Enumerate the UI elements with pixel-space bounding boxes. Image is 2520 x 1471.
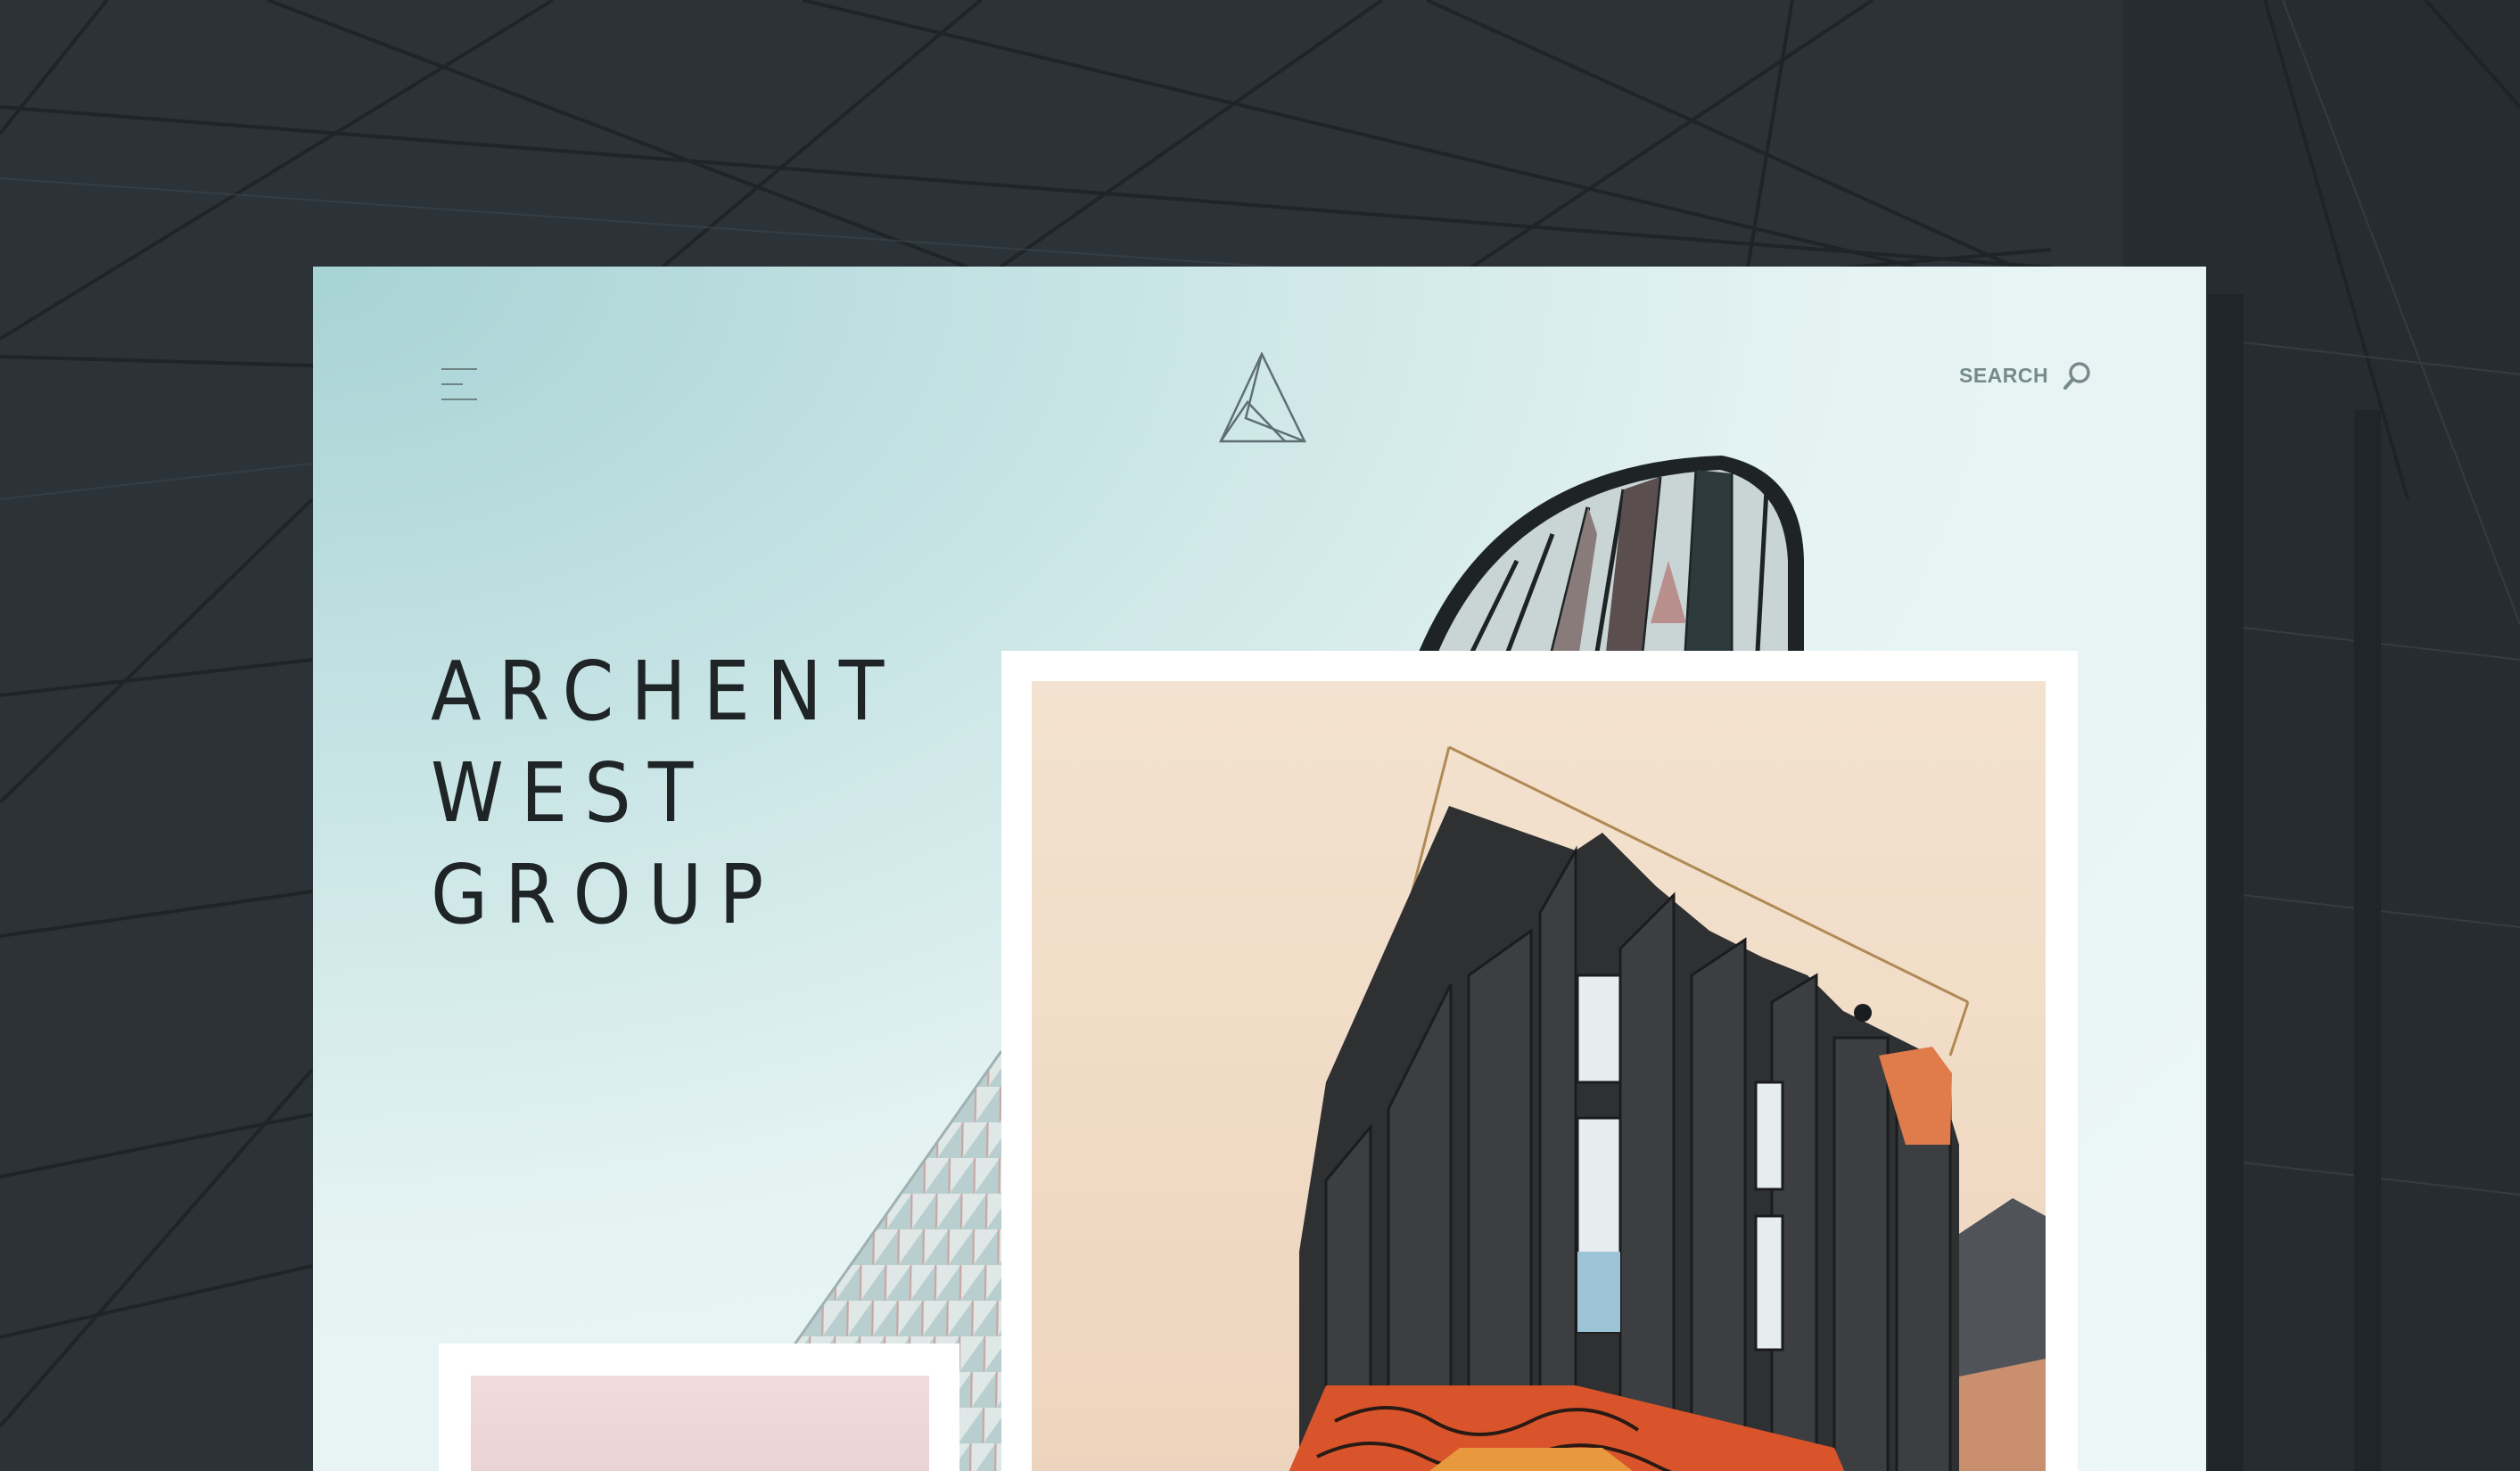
triangle-a-logo-icon[interactable] (1219, 351, 1308, 445)
menu-line (441, 368, 477, 370)
search-label: SEARCH (1959, 363, 2049, 387)
menu-line (441, 383, 463, 385)
featured-building-photo (1032, 681, 2046, 1471)
secondary-image-card[interactable] (439, 1344, 959, 1471)
website-card: SEARCH ARCHENT WEST GROUP (313, 267, 2206, 1471)
page-title: ARCHENT WEST GROUP (431, 641, 901, 946)
hamburger-menu-icon[interactable] (438, 365, 481, 406)
secondary-photo (471, 1376, 929, 1471)
stained-glass-dome (1419, 456, 1804, 653)
title-line-1: ARCHENT (431, 644, 902, 739)
magnifier-icon (2063, 360, 2093, 390)
title-line-3: GROUP (431, 847, 781, 942)
menu-line (441, 399, 477, 400)
title-line-2: WEST (431, 745, 711, 841)
featured-image-card[interactable] (1001, 651, 2078, 1471)
search-button[interactable]: SEARCH (1959, 357, 2093, 393)
